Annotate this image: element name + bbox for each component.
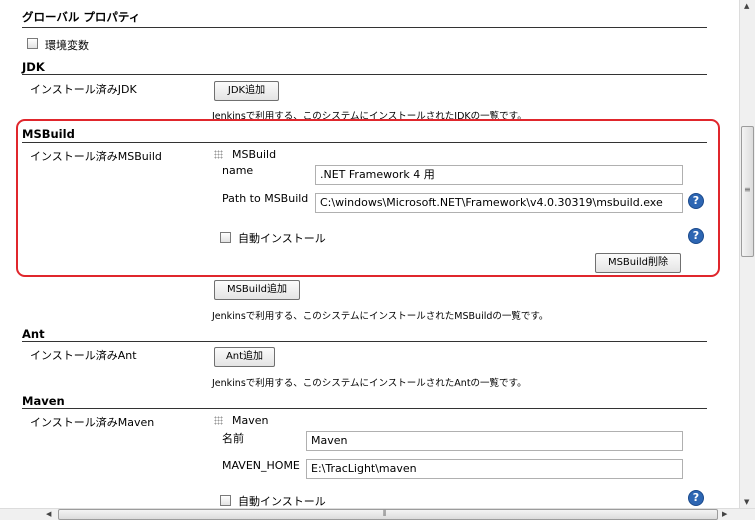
horizontal-scroll-thumb[interactable] [58, 509, 718, 520]
maven-item-title: Maven [232, 414, 269, 427]
add-msbuild-button[interactable]: MSBuild追加 [214, 280, 300, 300]
page-title: グローバル プロパティ [22, 10, 141, 24]
maven-home-input[interactable]: E:\TracLight\maven [306, 459, 683, 479]
divider [22, 74, 707, 75]
scroll-grip-icon: ⦀ [383, 509, 387, 518]
add-ant-button[interactable]: Ant追加 [214, 347, 275, 367]
scroll-right-arrow-icon[interactable]: ▶ [722, 510, 727, 518]
jdk-section-title: JDK [22, 60, 45, 74]
ant-section-title: Ant [22, 327, 45, 341]
highlight-box [16, 119, 720, 277]
env-vars-checkbox[interactable] [27, 38, 38, 49]
scroll-left-arrow-icon[interactable]: ◀ [46, 510, 51, 518]
drag-handle-icon[interactable] [214, 416, 223, 425]
jdk-installed-label: インストール済みJDK [30, 83, 137, 96]
ant-installed-label: インストール済みAnt [30, 349, 137, 362]
maven-installed-label: インストール済みMaven [30, 416, 155, 429]
help-icon[interactable]: ? [688, 490, 704, 506]
msbuild-description: Jenkinsで利用する、このシステムにインストールされたMSBuildの一覧で… [212, 311, 549, 322]
maven-auto-install-checkbox[interactable] [220, 495, 231, 506]
divider [22, 27, 707, 28]
divider [22, 408, 707, 409]
add-jdk-button[interactable]: JDK追加 [214, 81, 279, 101]
scroll-up-arrow-icon[interactable]: ▲ [744, 2, 749, 10]
maven-home-label: MAVEN_HOME [222, 459, 300, 472]
maven-name-label: 名前 [222, 432, 244, 445]
maven-name-input[interactable]: Maven [306, 431, 683, 451]
scroll-down-arrow-icon[interactable]: ▼ [744, 498, 749, 506]
divider [22, 341, 707, 342]
maven-auto-install-label: 自動インストール [238, 495, 326, 508]
ant-description: Jenkinsで利用する、このシステムにインストールされたAntの一覧です。 [212, 378, 527, 389]
maven-section-title: Maven [22, 394, 65, 408]
scroll-grip-icon: ≡ [744, 185, 751, 194]
env-vars-label: 環境変数 [45, 39, 89, 52]
